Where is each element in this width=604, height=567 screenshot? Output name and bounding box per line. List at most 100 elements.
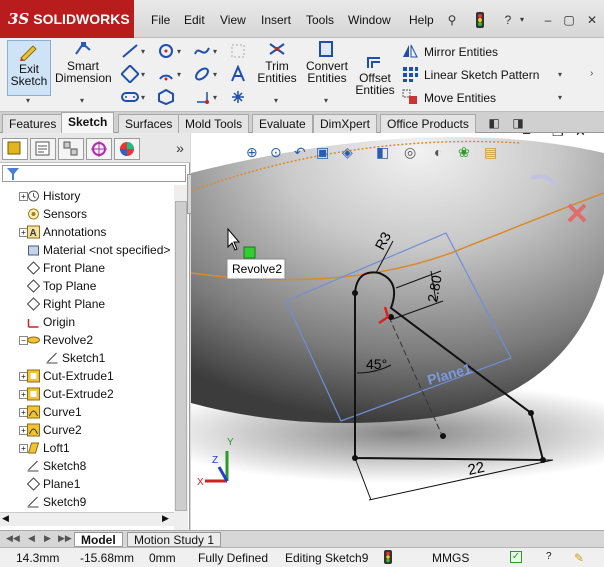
text-icon[interactable]	[229, 65, 247, 83]
solidworks-logo[interactable]: 3S SOLIDWORKS	[0, 0, 134, 38]
trim-entities-dropdown-icon[interactable]: ▾	[274, 96, 278, 105]
restore-icon[interactable]: ▢	[561, 12, 577, 28]
tab-evaluate[interactable]: Evaluate	[252, 114, 313, 133]
tree-item-annotations[interactable]: + A Annotations	[19, 223, 106, 241]
status-tag-icon[interactable]: ✎	[574, 551, 584, 565]
sketch-point-right[interactable]	[528, 410, 534, 416]
hide-show-items-icon[interactable]: ◎	[404, 144, 416, 161]
section-view-icon[interactable]: ▣	[316, 144, 329, 161]
tab-features[interactable]: Features	[2, 114, 64, 133]
close-icon[interactable]: ✕	[584, 12, 600, 28]
ellipse-icon[interactable]	[193, 65, 211, 83]
convert-entities-dropdown-icon[interactable]: ▾	[324, 96, 328, 105]
configuration-manager-tab[interactable]	[58, 138, 84, 160]
pin-icon[interactable]: ⚲	[444, 12, 460, 28]
mirror-entities-icon[interactable]	[401, 42, 419, 60]
menu-help[interactable]: Help	[409, 13, 434, 27]
circle-icon[interactable]	[157, 42, 175, 60]
tree-item-revolve2[interactable]: − Revolve2	[19, 331, 93, 349]
tree-item-history[interactable]: + History	[19, 187, 80, 205]
zoom-to-area-icon[interactable]: ⊙	[270, 144, 282, 161]
tab-scroll-left-icon[interactable]: ◧	[486, 115, 502, 131]
selection-handle[interactable]	[243, 246, 256, 259]
status-help-icon[interactable]: ?	[546, 551, 552, 562]
linear-sketch-pattern-label[interactable]: Linear Sketch Pattern	[424, 68, 539, 82]
tab-dimxpert[interactable]: DimXpert	[313, 114, 378, 133]
move-entities-label[interactable]: Move Entities	[424, 91, 496, 105]
menu-view[interactable]: View	[220, 13, 246, 27]
graphics-close-icon[interactable]: ✕	[575, 133, 586, 140]
tab-motion-study-1[interactable]: Motion Study 1	[127, 532, 222, 547]
help-dropdown-icon[interactable]: ▾	[514, 12, 530, 28]
tab-scroll-right-icon[interactable]: ◨	[510, 115, 526, 131]
exit-sketch-dropdown-icon[interactable]: ▾	[26, 96, 30, 105]
tree-item-sensors[interactable]: Sensors	[28, 205, 87, 223]
point-icon[interactable]	[193, 88, 211, 106]
graphics-restore-icon[interactable]: ❐	[552, 133, 564, 140]
graphics-minimize-icon[interactable]: –	[523, 133, 530, 140]
model-tab-prev-icon[interactable]: ◀	[28, 533, 35, 544]
trim-entities-button[interactable]: Trim Entities	[254, 40, 300, 84]
construction-point-icon[interactable]	[229, 88, 247, 106]
linear-pattern-icon[interactable]	[401, 65, 419, 83]
tree-scroll-thumb[interactable]	[175, 201, 187, 511]
move-entities-dropdown-icon[interactable]: ▾	[558, 93, 562, 102]
arc-icon[interactable]	[157, 65, 175, 83]
spline-dropdown-icon[interactable]: ▾	[213, 47, 217, 56]
tree-item-right-plane[interactable]: Right Plane	[26, 295, 105, 313]
smart-dimension-button[interactable]: Smart Dimension	[55, 40, 112, 84]
feature-manager-tab[interactable]	[2, 138, 28, 160]
tree-item-front-plane[interactable]: Front Plane	[26, 259, 105, 277]
display-manager-tab[interactable]	[114, 138, 140, 160]
model-tab-last-icon[interactable]: ▶▶	[58, 533, 72, 544]
menu-insert[interactable]: Insert	[261, 13, 291, 27]
status-units[interactable]: MMGS	[432, 551, 469, 565]
display-style-icon[interactable]: ◧	[376, 144, 389, 161]
minimize-icon[interactable]: –	[540, 12, 556, 28]
dimxpert-manager-tab[interactable]	[86, 138, 112, 160]
apply-scene-icon[interactable]: ❀	[458, 144, 470, 161]
zoom-to-fit-icon[interactable]: ⊕	[246, 144, 258, 161]
slot-dropdown-icon[interactable]: ▾	[141, 93, 145, 102]
graphics-area[interactable]: R3 2.80 45° 22 Plane1 Y X Z Revolve2 ⊕ ⊙…	[191, 133, 604, 530]
view-orientation-icon[interactable]: ◈	[342, 144, 353, 161]
angle-dimension[interactable]: 45°	[366, 356, 387, 372]
ellipse-dropdown-icon[interactable]: ▾	[213, 70, 217, 79]
tab-surfaces[interactable]: Surfaces	[118, 114, 180, 133]
tree-item-cut-extrude2[interactable]: + Cut-Extrude2	[19, 385, 114, 403]
convert-entities-button[interactable]: Convert Entities	[304, 40, 350, 84]
view-settings-icon[interactable]: ▤	[484, 144, 497, 161]
smart-dimension-dropdown-icon[interactable]: ▾	[80, 96, 84, 105]
mirror-entities-label[interactable]: Mirror Entities	[424, 45, 498, 59]
edit-appearance-icon[interactable]: ◐	[434, 144, 442, 160]
width-dimension[interactable]: 22	[466, 459, 486, 479]
tree-horizontal-scrollbar[interactable]: ◀ ▶	[0, 512, 174, 526]
linear-pattern-dropdown-icon[interactable]: ▾	[558, 70, 562, 79]
tree-item-sketch9[interactable]: Sketch9	[27, 493, 86, 511]
tree-item-loft1[interactable]: + Loft1	[19, 439, 70, 457]
circle-dropdown-icon[interactable]: ▾	[177, 47, 181, 56]
traffic-light-icon[interactable]	[472, 12, 488, 28]
tree-item-plane1[interactable]: Plane1	[26, 475, 80, 493]
property-manager-tab[interactable]	[30, 138, 56, 160]
model-tab-first-icon[interactable]: ◀◀	[6, 533, 20, 544]
scroll-right-icon[interactable]: ▶	[162, 513, 169, 524]
point-dropdown-icon[interactable]: ▾	[213, 93, 217, 102]
rectangle-dropdown-icon[interactable]: ▾	[141, 70, 145, 79]
polygon-icon[interactable]	[157, 88, 175, 106]
slot-icon[interactable]	[121, 88, 139, 106]
tree-item-origin[interactable]: Origin	[27, 313, 75, 331]
exit-sketch-button[interactable]: Exit Sketch	[7, 40, 51, 96]
feature-manager-more-icon[interactable]: »	[172, 140, 188, 156]
sketch-fillet-icon[interactable]	[229, 42, 247, 60]
spline-icon[interactable]	[193, 42, 211, 60]
tab-model[interactable]: Model	[74, 532, 123, 547]
status-units-check-icon[interactable]: ✓	[510, 551, 522, 563]
sketch-point-left[interactable]	[352, 290, 358, 296]
tree-vertical-scrollbar[interactable]	[174, 185, 188, 545]
model-tab-next-icon[interactable]: ▶	[44, 533, 51, 544]
tree-item-top-plane[interactable]: Top Plane	[26, 277, 96, 295]
sketch-point-mid[interactable]	[440, 433, 446, 439]
line-icon[interactable]	[121, 42, 139, 60]
menu-tools[interactable]: Tools	[306, 13, 334, 27]
